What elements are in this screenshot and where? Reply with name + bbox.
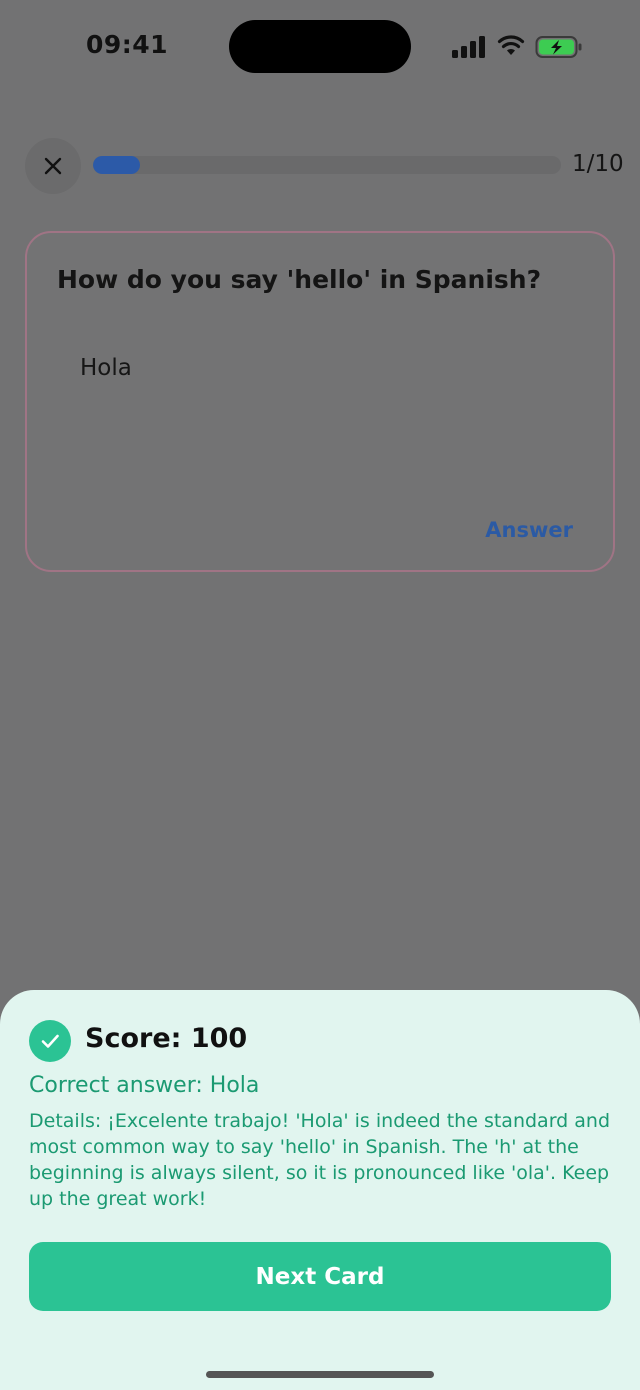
result-sheet: Score: 100 Correct answer: Hola Details:…: [0, 990, 640, 1390]
home-indicator: [206, 1371, 434, 1378]
user-answer-text: Hola: [80, 355, 132, 381]
dynamic-island: [229, 20, 411, 73]
status-time: 09:41: [86, 30, 169, 59]
next-card-button[interactable]: Next Card: [29, 1242, 611, 1311]
question-text: How do you say 'hello' in Spanish?: [57, 265, 542, 294]
progress-counter: 1/10: [572, 151, 624, 177]
details-text: Details: ¡Excelente trabajo! 'Hola' is i…: [29, 1110, 611, 1210]
cellular-signal-icon: [452, 36, 485, 58]
status-bar: 09:41: [0, 0, 640, 95]
score-text: Score: 100: [85, 1023, 248, 1054]
close-button[interactable]: [25, 138, 81, 194]
correct-answer-text: Correct answer: Hola: [29, 1073, 260, 1098]
answer-button[interactable]: Answer: [485, 518, 573, 542]
progress-bar: [93, 156, 561, 174]
wifi-icon: [497, 35, 525, 55]
check-icon: [29, 1020, 71, 1062]
progress-bar-fill: [93, 156, 140, 174]
flashcard: How do you say 'hello' in Spanish? Hola …: [25, 231, 615, 572]
close-icon: [44, 157, 62, 175]
battery-charging-icon: [535, 36, 582, 58]
